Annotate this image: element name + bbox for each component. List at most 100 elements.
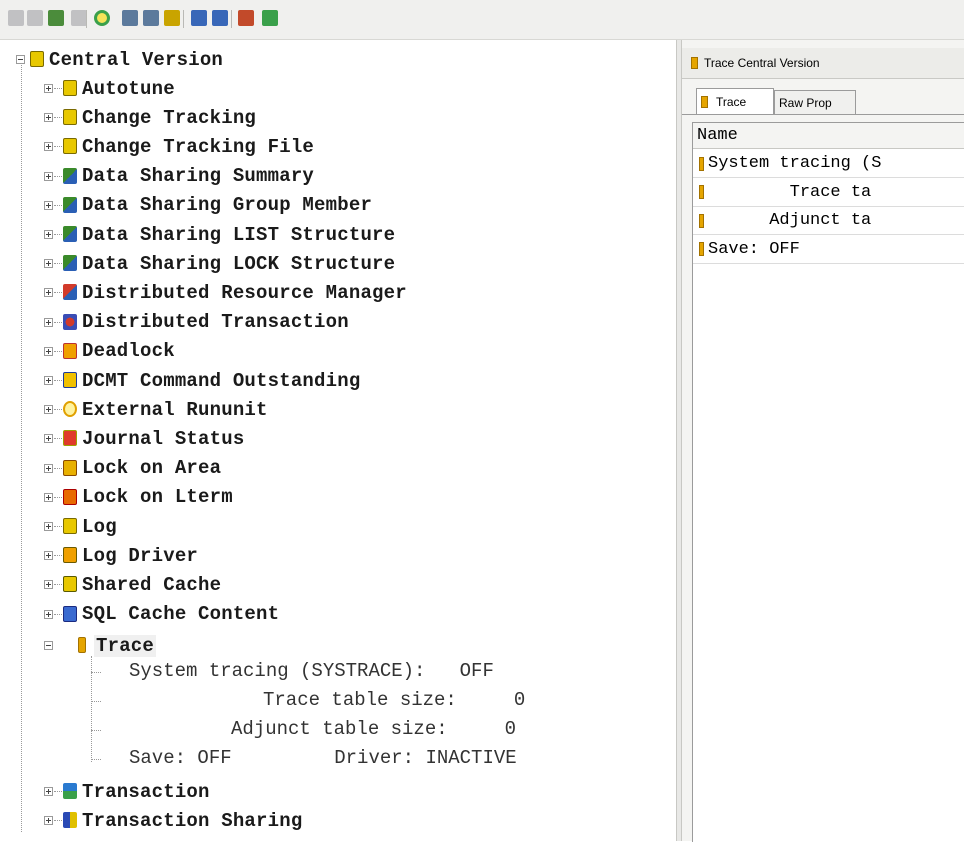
tree-connector: [91, 759, 101, 760]
grid-cell-name: Trace ta: [708, 182, 872, 202]
trace-detail-table-size: Trace table size: 0: [263, 689, 526, 711]
expand-icon[interactable]: [44, 288, 53, 298]
trace-icon: [78, 637, 86, 653]
trace-icon: [699, 213, 704, 228]
data-sharing-icon: [63, 196, 77, 213]
expand-icon[interactable]: [44, 609, 53, 619]
tree-item-label: Distributed Transaction: [82, 311, 349, 334]
data-sharing-icon: [63, 167, 77, 184]
disabled-square-icon[interactable]: [8, 10, 24, 26]
journal-icon: [63, 430, 77, 447]
expand-icon[interactable]: [44, 492, 53, 502]
tree-connector: [54, 350, 62, 352]
tree-connector: [91, 730, 101, 731]
tree-item-label: DCMT Command Outstanding: [82, 369, 361, 392]
tree-connector: [91, 672, 101, 673]
expand-icon[interactable]: [44, 405, 53, 415]
distributed-icon: [63, 284, 77, 301]
trace-icon: [699, 156, 704, 171]
disabled-square-icon[interactable]: [27, 10, 43, 26]
grid-header-label: Name: [697, 126, 738, 145]
tree-connector: [54, 117, 62, 119]
branch-alt-icon[interactable]: [212, 10, 228, 26]
tree-connector: [54, 820, 62, 822]
grid-column-header-name[interactable]: Name: [693, 123, 964, 149]
tree-connector: [54, 584, 62, 586]
tree-item-label: SQL Cache Content: [82, 603, 280, 626]
expand-icon[interactable]: [44, 816, 53, 826]
trace-icon: [691, 57, 698, 69]
tree-connector: [54, 409, 62, 411]
pane-title-bar: Trace Central Version: [682, 48, 964, 79]
expand-icon[interactable]: [44, 522, 53, 531]
expand-icon[interactable]: [44, 171, 53, 181]
yellow-db-icon: [30, 51, 44, 67]
expand-icon[interactable]: [44, 84, 53, 93]
expand-icon[interactable]: [44, 259, 53, 269]
tree-connector: [54, 234, 62, 235]
trace-detail-save-driver: Save: OFF Driver: INACTIVE: [129, 747, 517, 769]
tree-item-label: Log: [82, 515, 117, 538]
tree-connector: [54, 555, 62, 557]
grid-alt-icon[interactable]: [143, 10, 159, 26]
tree-item-label: Distributed Resource Manager: [82, 281, 407, 304]
expand-icon[interactable]: [44, 551, 53, 561]
yellow-db-icon: [63, 109, 77, 126]
command-icon: [63, 372, 77, 388]
network-icon[interactable]: [48, 10, 64, 26]
expand-icon[interactable]: [44, 463, 53, 473]
tree-connector: [54, 467, 62, 469]
tree-connector: [54, 204, 62, 206]
data-sharing-icon: [63, 255, 77, 272]
collapse-icon[interactable]: [16, 55, 25, 64]
grid-row[interactable]: Save: OFF: [693, 236, 964, 264]
expand-icon[interactable]: [44, 317, 53, 327]
expand-icon[interactable]: [44, 787, 53, 796]
tree-view[interactable]: Central Version Autotune Change Tracking C…: [8, 40, 676, 841]
grid-cell-name: System tracing (S: [708, 154, 882, 173]
hierarchy-alt-icon[interactable]: [262, 10, 278, 26]
tree-connector: [54, 292, 62, 294]
hierarchy-icon[interactable]: [238, 10, 254, 26]
tree-connector: [54, 146, 62, 148]
tab-strip: Trace Raw Prop: [682, 88, 964, 115]
grid-row[interactable]: Trace ta: [693, 179, 964, 207]
collapse-icon[interactable]: [44, 641, 53, 650]
transaction-sharing-icon: [63, 812, 77, 829]
expand-icon[interactable]: [44, 142, 53, 152]
log-icon: [63, 518, 77, 534]
tree-connector: [54, 438, 62, 440]
toolbar-separator: [231, 10, 232, 28]
tree-connector: [54, 613, 62, 615]
tab-raw-prop[interactable]: Raw Prop: [774, 90, 856, 114]
properties-grid[interactable]: Name System tracing (S Trace ta Adjunct …: [692, 122, 964, 842]
expand-icon[interactable]: [44, 346, 53, 356]
tree-connector: [54, 380, 62, 381]
grid-cell-name: Save: OFF: [708, 239, 800, 259]
expand-icon[interactable]: [44, 113, 53, 123]
grid-row[interactable]: Adjunct ta: [693, 207, 964, 235]
grid-icon[interactable]: [122, 10, 138, 26]
expand-icon[interactable]: [44, 230, 53, 239]
expand-icon[interactable]: [44, 376, 53, 385]
tab-trace[interactable]: Trace: [696, 88, 774, 114]
tree-item-label: Data Sharing LIST Structure: [82, 223, 396, 246]
distributed-txn-icon: [63, 313, 77, 330]
tree-item-label: Transaction Sharing: [82, 809, 303, 832]
yellow-db-icon: [63, 138, 77, 155]
expand-icon[interactable]: [44, 200, 53, 210]
expand-icon[interactable]: [44, 580, 53, 590]
expand-icon[interactable]: [44, 434, 53, 444]
tree-connector: [54, 791, 62, 792]
grid-cell-name: Adjunct ta: [708, 211, 872, 230]
tree-icon[interactable]: [164, 10, 180, 26]
tab-label: Trace: [716, 94, 747, 109]
grid-row[interactable]: System tracing (S: [693, 150, 964, 178]
branch-icon[interactable]: [191, 10, 207, 26]
refresh-icon[interactable]: [94, 10, 110, 26]
toolbar-separator: [86, 10, 87, 28]
tree-item-label: Lock on Area: [82, 457, 222, 480]
tree-connector: [54, 263, 62, 265]
disabled-square-icon[interactable]: [71, 10, 87, 26]
tree-item-label: Change Tracking: [82, 106, 257, 129]
